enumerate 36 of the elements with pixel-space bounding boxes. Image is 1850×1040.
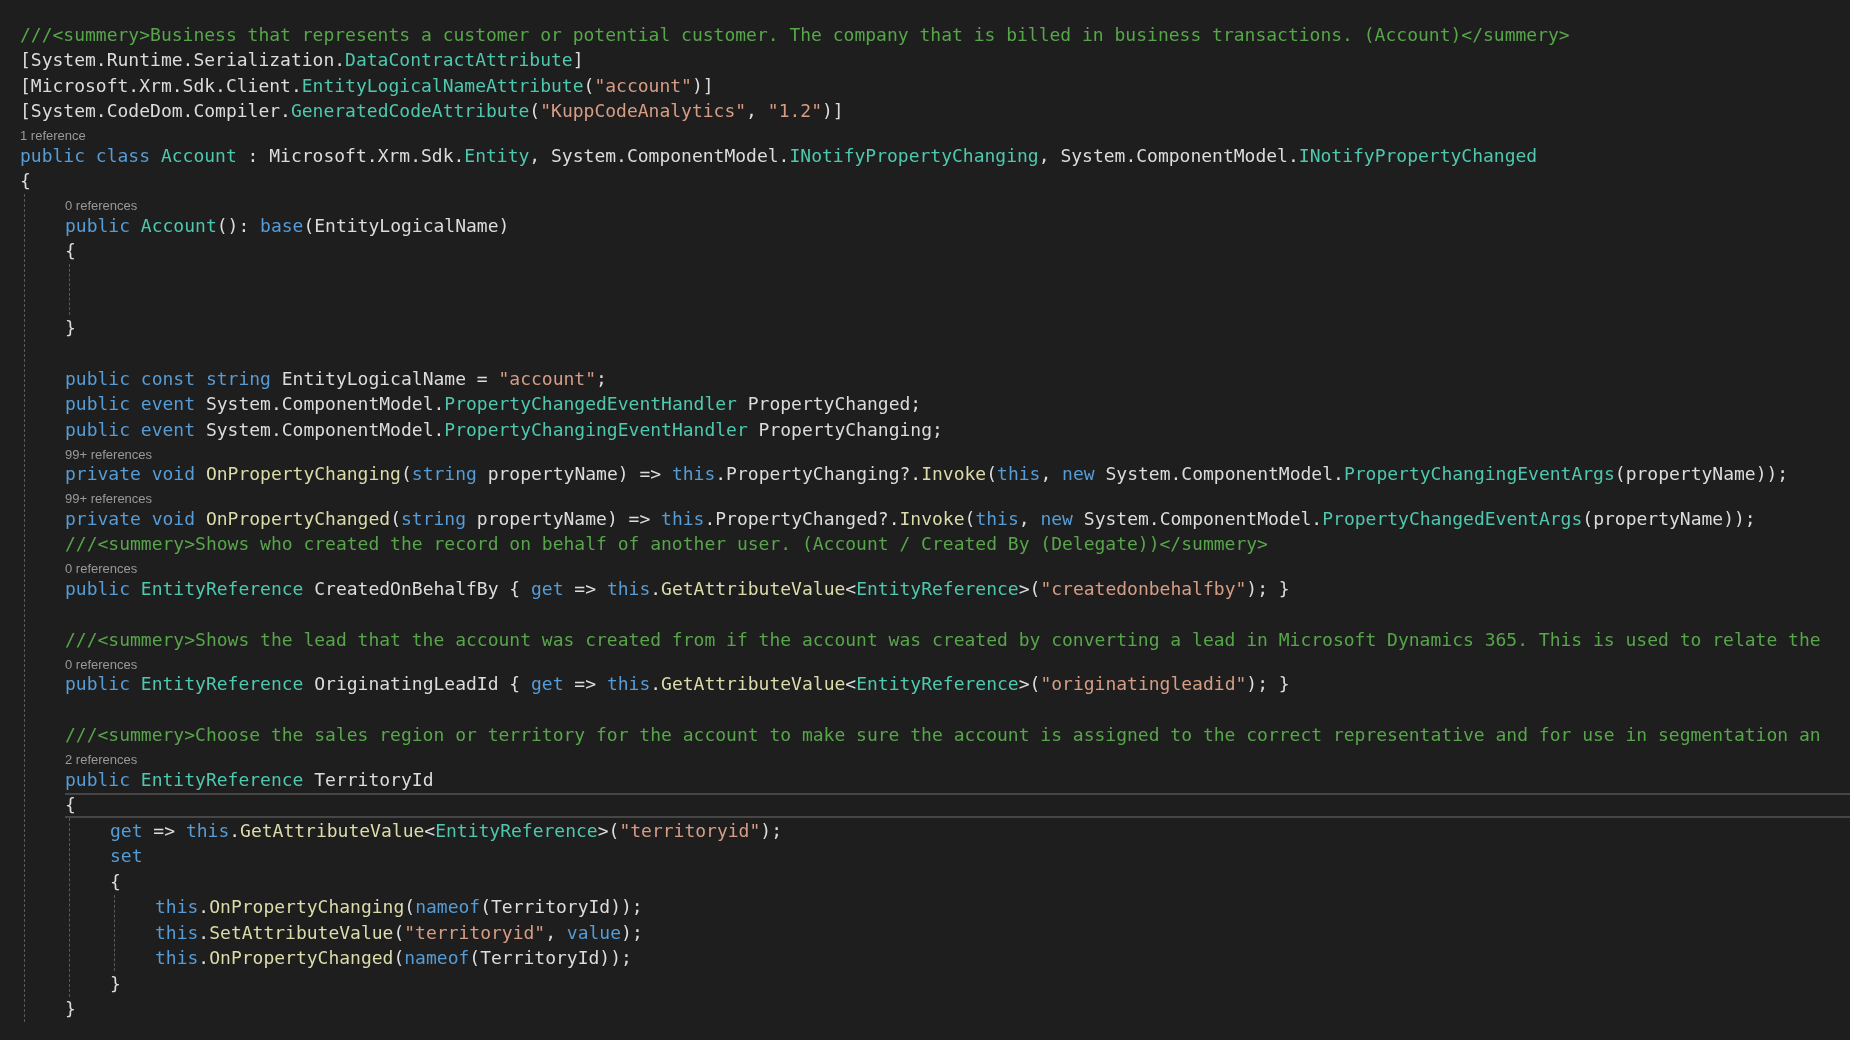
code-line: public const string EntityLogicalName = "account";: [65, 367, 607, 390]
code-line: private void OnPropertyChanging(string propertyName) => this.PropertyChanging?.Invoke(this, new System.ComponentModel.PropertyChangingEventArgs(propertyName));: [65, 463, 1789, 486]
code-line: [System.Runtime.Serialization.DataContractAttribute]: [20, 49, 584, 72]
code-line: {: [65, 794, 76, 817]
code-line: public event System.ComponentModel.PropertyChangedEventHandler PropertyChanged;: [65, 393, 922, 416]
code-line: ///<summery>Choose the sales region or territory for the account to make sure the account is assigned to the correct representative and for use in segmentation an: [65, 724, 1821, 747]
code-line: [System.CodeDom.Compiler.GeneratedCodeAttribute("KuppCodeAnalytics", "1.2")]: [20, 100, 844, 123]
reference-count[interactable]: 0 references: [65, 656, 138, 672]
code-line: }: [65, 316, 76, 339]
code-line: get => this.GetAttributeValue<EntityReference>("territoryid");: [110, 819, 782, 842]
reference-count[interactable]: 99+ references: [65, 491, 153, 506]
code-line: this.OnPropertyChanged(nameof(TerritoryId));: [155, 947, 632, 970]
code-line: public EntityReference OriginatingLeadId { get => this.GetAttributeValue<EntityReference>("originatingleadid"); }: [65, 673, 1290, 696]
code-line: ///<summery>Business that represents a customer or potential customer. The company that is billed in business transactions. (Account)</summery>: [20, 23, 1570, 46]
code-line: set: [110, 845, 143, 868]
code-line: {: [110, 870, 121, 893]
code-line: public Account(): base(EntityLogicalName): [65, 214, 510, 237]
reference-count[interactable]: 0 references: [65, 561, 138, 576]
code-line: public event System.ComponentModel.PropertyChangingEventHandler PropertyChanging;: [65, 418, 943, 441]
code-line: public EntityReference CreatedOnBehalfBy { get => this.GetAttributeValue<EntityReference>("createdonbehalfby"); }: [65, 577, 1290, 600]
code-line: {: [20, 170, 31, 193]
code-line: this.SetAttributeValue("territoryid", value);: [155, 921, 643, 944]
reference-count[interactable]: 2 references: [65, 752, 138, 767]
code-line: ///<summery>Shows who created the record on behalf of another user. (Account / Created By (Delegate))</summery>: [65, 533, 1268, 556]
code-line: }: [110, 972, 121, 995]
code-line: {: [65, 240, 76, 263]
code-line: public class Account : Microsoft.Xrm.Sdk.Entity, System.ComponentModel.INotifyPropertyChanging, System.ComponentModel.INotifyPropertyChanged: [20, 144, 1538, 167]
code-line: private void OnPropertyChanged(string propertyName) => this.PropertyChanged?.Invoke(this, new System.ComponentModel.PropertyChangedEventArgs(propertyName));: [65, 507, 1756, 530]
code-line: }: [65, 998, 76, 1021]
reference-count[interactable]: 0 references: [65, 198, 138, 213]
reference-count[interactable]: 1 reference: [20, 128, 86, 143]
code-line: ///<summery>Shows the lead that the account was created from if the account was created by converting a lead in Microsoft Dynamics 365. This is used to relate the: [65, 628, 1821, 651]
code-line: this.OnPropertyChanging(nameof(TerritoryId));: [155, 896, 643, 919]
reference-count[interactable]: 99+ references: [65, 446, 153, 462]
code-line: public EntityReference TerritoryId: [65, 768, 434, 791]
code-line: [Microsoft.Xrm.Sdk.Client.EntityLogicalNameAttribute("account")]: [20, 74, 714, 97]
